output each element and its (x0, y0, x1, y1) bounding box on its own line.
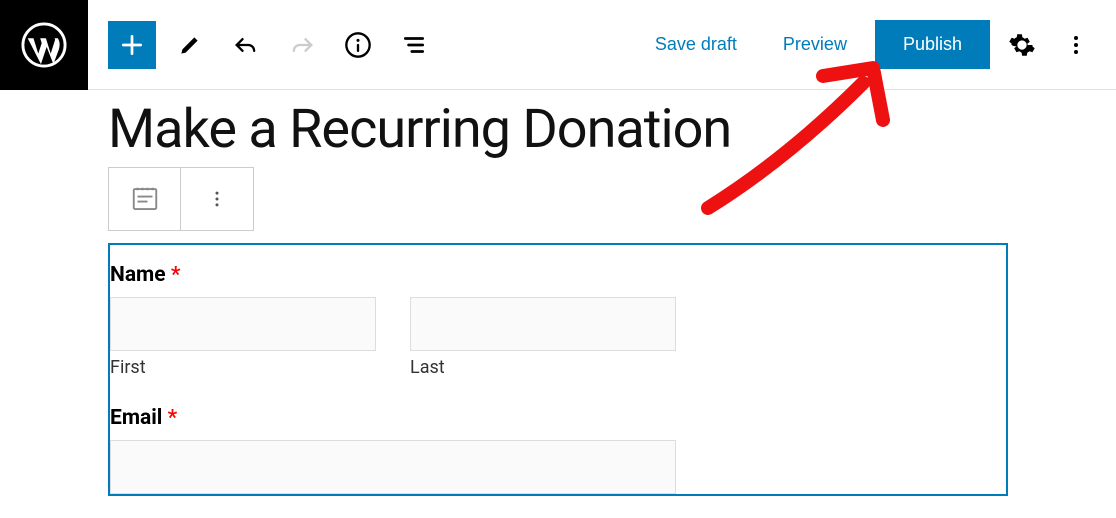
add-block-button[interactable] (108, 21, 156, 69)
vertical-dots-icon (1064, 33, 1088, 57)
preview-button[interactable]: Preview (765, 24, 865, 65)
wordpress-logo[interactable] (0, 0, 88, 90)
block-more-button[interactable] (181, 168, 253, 230)
name-fields-row: First Last (110, 297, 1006, 378)
last-name-sublabel: Last (410, 357, 676, 378)
settings-button[interactable] (1000, 23, 1044, 67)
first-name-sublabel: First (110, 357, 376, 378)
name-label-text: Name (110, 263, 166, 287)
email-label-text: Email (110, 406, 162, 430)
email-section: Email * (110, 406, 1006, 494)
more-options-button[interactable] (1054, 23, 1098, 67)
right-tools-group: Save draft Preview Publish (637, 20, 1098, 69)
form-block[interactable]: Name * First Last Email * (108, 243, 1008, 496)
form-block-icon (130, 184, 160, 214)
undo-button[interactable] (224, 23, 268, 67)
page-title[interactable]: Make a Recurring Donation (108, 98, 1008, 161)
required-marker: * (171, 263, 181, 287)
first-name-column: First (110, 297, 376, 378)
undo-icon (232, 31, 260, 59)
name-label: Name * (110, 263, 1006, 287)
gear-icon (1008, 31, 1036, 59)
last-name-column: Last (410, 297, 676, 378)
redo-button[interactable] (280, 23, 324, 67)
pencil-icon (177, 32, 203, 58)
vertical-dots-icon (207, 189, 227, 209)
email-input[interactable] (110, 440, 676, 494)
publish-button[interactable]: Publish (875, 20, 990, 69)
email-label: Email * (110, 406, 1006, 430)
edit-tool-button[interactable] (168, 23, 212, 67)
wordpress-icon (21, 22, 67, 68)
plus-icon (119, 32, 145, 58)
save-draft-button[interactable]: Save draft (637, 24, 755, 65)
block-toolbar (108, 167, 254, 231)
required-marker: * (168, 406, 178, 430)
list-view-icon (401, 32, 427, 58)
outline-button[interactable] (392, 23, 436, 67)
first-name-input[interactable] (110, 297, 376, 351)
info-button[interactable] (336, 23, 380, 67)
last-name-input[interactable] (410, 297, 676, 351)
info-icon (344, 31, 372, 59)
left-tools-group (108, 21, 436, 69)
redo-icon (288, 31, 316, 59)
editor-canvas: Make a Recurring Donation Name * Firs (0, 98, 1116, 496)
editor-toolbar: Save draft Preview Publish (0, 0, 1116, 90)
block-type-button[interactable] (109, 168, 181, 230)
